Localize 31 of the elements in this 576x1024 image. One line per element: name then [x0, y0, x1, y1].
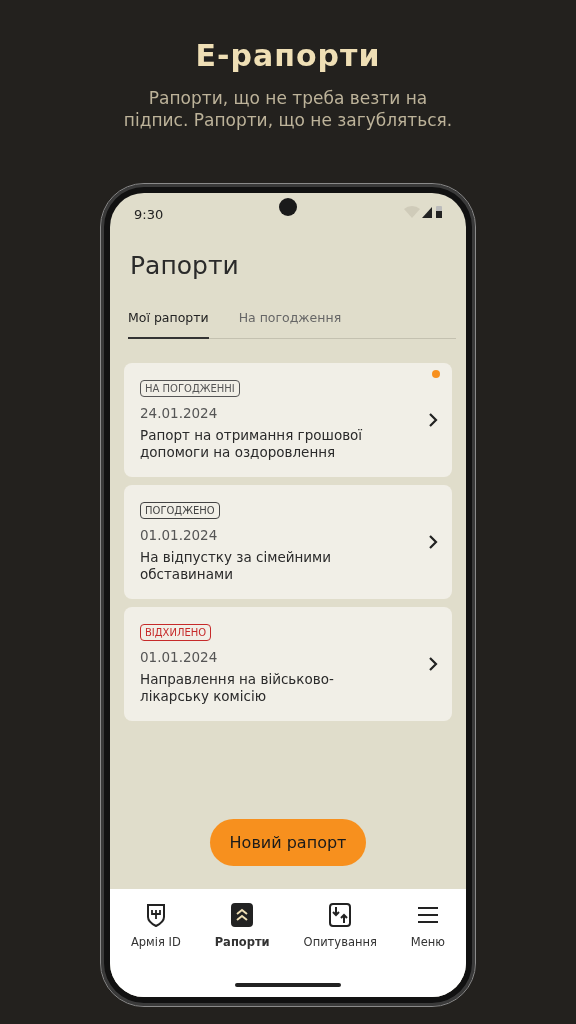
report-card[interactable]: ВІДХИЛЕНО 01.01.2024 Направлення на військово-лікарську комісію — [124, 607, 452, 721]
report-card[interactable]: ПОГОДЖЕНО 01.01.2024 На відпустку за сімейними обставинами — [124, 485, 452, 599]
promo-subtitle: Рапорти, що не треба везти на підпис. Рапорти, що не загубляться. — [122, 87, 454, 131]
chevron-right-icon — [428, 412, 438, 428]
screen-title: Рапорти — [130, 251, 240, 280]
arrows-icon — [329, 903, 352, 927]
chevron-right-icon — [428, 534, 438, 550]
camera-icon — [279, 198, 297, 216]
nav-item[interactable]: Опитування — [303, 903, 377, 949]
report-title: На відпустку за сімейними обставинами — [140, 548, 333, 583]
report-date: 24.01.2024 — [140, 404, 218, 421]
status-tag: ПОГОДЖЕНО — [140, 501, 220, 519]
chevron-right-icon — [428, 656, 438, 672]
status-icons — [404, 205, 444, 219]
report-title: Рапорт на отримання грошової допомоги на оздоровлення — [140, 426, 364, 461]
tab[interactable]: Мої рапорти — [128, 310, 209, 339]
nav-item[interactable]: Рапорти — [214, 903, 270, 949]
status-tag: НА ПОГОДЖЕННІ — [140, 379, 240, 397]
report-title: Направлення на військово-лікарську комісію — [140, 670, 335, 705]
shield-icon — [144, 903, 167, 927]
report-date: 01.01.2024 — [140, 526, 218, 543]
new-report-button[interactable]: Новий рапорт — [209, 819, 367, 866]
status-tag: ВІДХИЛЕНО — [140, 623, 212, 641]
nav-item[interactable]: Армія ID — [130, 903, 181, 949]
report-card[interactable]: НА ПОГОДЖЕННІ 24.01.2024 Рапорт на отримання грошової допомоги на оздоровлення — [124, 363, 452, 477]
chevrons-up-icon — [231, 903, 254, 927]
status-time: 9:30 — [134, 205, 164, 222]
nav-item[interactable]: Меню — [410, 903, 445, 949]
report-date: 01.01.2024 — [140, 648, 218, 665]
promo-title: E-рапорти — [195, 38, 381, 73]
tab[interactable]: На погодження — [238, 310, 342, 339]
